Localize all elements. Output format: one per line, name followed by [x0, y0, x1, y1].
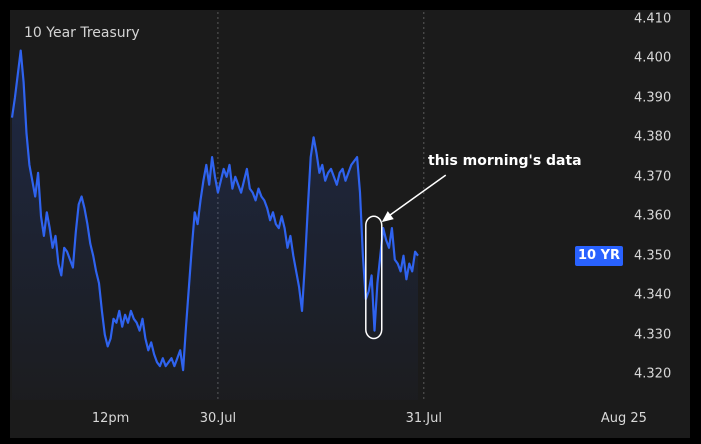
x-tick-label: 30.Jul [199, 411, 237, 426]
chart-title: 10 Year Treasury [24, 25, 140, 41]
x-tick-label: Aug 25 [600, 411, 647, 426]
y-tick-label: 4.330 [634, 327, 672, 343]
x-tick-label: 31.Jul [405, 411, 442, 426]
current-value-badge: 10 YR [575, 245, 623, 266]
annotation-text: this morning's data [428, 153, 582, 169]
annotation-arrow [385, 174, 447, 219]
y-tick-label: 4.410 [634, 11, 672, 27]
chart-container: 10 Year Treasury this morning's data 10 … [0, 0, 701, 444]
line-chart [10, 12, 447, 400]
y-tick-label: 4.400 [634, 50, 672, 66]
y-tick-label: 4.380 [634, 129, 672, 145]
y-tick-label: 4.370 [634, 169, 672, 185]
x-tick-label: 12pm [91, 411, 130, 426]
y-tick-label: 4.340 [634, 287, 672, 303]
y-tick-label: 4.350 [634, 248, 672, 264]
y-tick-label: 4.320 [634, 366, 672, 382]
y-tick-label: 4.390 [634, 90, 672, 106]
series-area-fill [12, 50, 418, 400]
y-tick-label: 4.360 [634, 208, 672, 224]
